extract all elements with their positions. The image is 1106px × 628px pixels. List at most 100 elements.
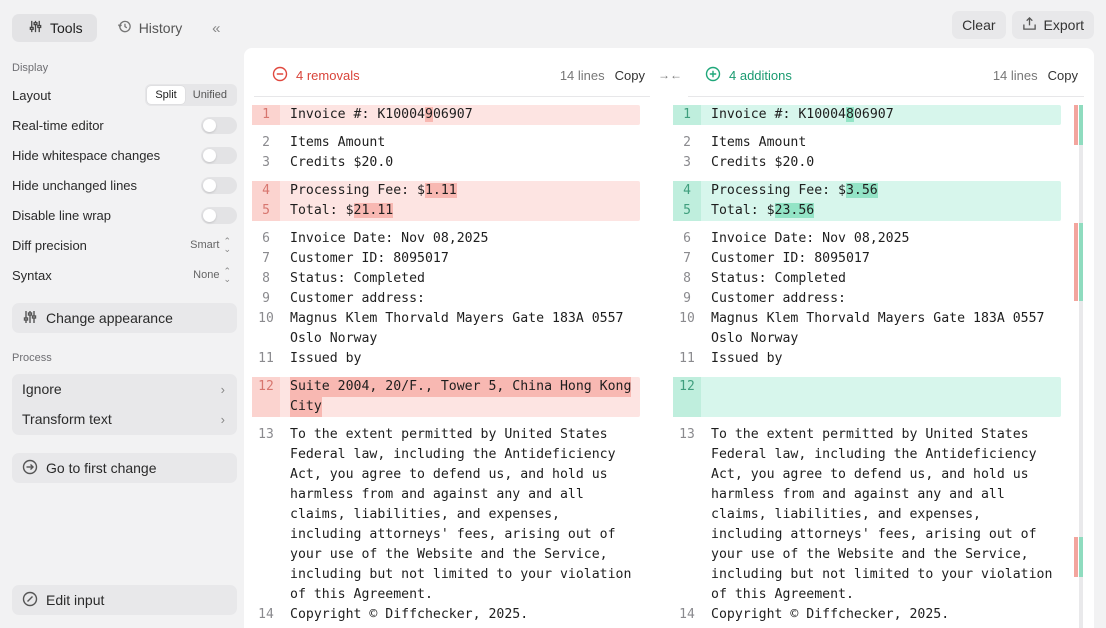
diff-card: 4 removals 14 lines Copy →← 4 additions …: [244, 48, 1094, 628]
realtime-editor-row: Real-time editor: [12, 115, 237, 135]
minimap-addition-marker: [1079, 537, 1083, 577]
export-button[interactable]: Export: [1011, 11, 1094, 39]
line-text: Copyright © Diffchecker, 2025.: [711, 607, 950, 622]
updown-chevron-icon: ⌃ ⌄: [223, 266, 231, 284]
line-text: To the extent permitted by United States: [290, 427, 608, 442]
change-appearance-label: Change appearance: [46, 310, 173, 326]
hide-unchanged-toggle[interactable]: [201, 176, 237, 194]
line-number: 1: [683, 107, 691, 122]
line-number: 8: [262, 271, 270, 286]
disable-wrap-label: Disable line wrap: [12, 207, 111, 223]
transform-text-item[interactable]: Transform text ›: [12, 404, 237, 434]
line-number: 9: [683, 291, 691, 306]
diff-precision-row: Diff precision Smart ⌃ ⌄: [12, 235, 237, 255]
syntax-label: Syntax: [12, 267, 52, 283]
chevron-right-icon: ›: [220, 411, 225, 427]
clear-button[interactable]: Clear: [952, 11, 1006, 39]
line-number: 12: [258, 379, 274, 394]
line-text: your use of the Website and the Service,: [290, 547, 608, 562]
line-text: Federal law, including the Antideficienc…: [711, 447, 1037, 462]
line-text: harmless from and against any and all: [711, 487, 1005, 502]
left-line-count: 14 lines: [559, 67, 605, 83]
syntax-select[interactable]: None ⌃ ⌄: [193, 266, 237, 284]
tab-history[interactable]: History: [101, 14, 197, 42]
line-number: 5: [683, 203, 691, 218]
layout-unified-option[interactable]: Unified: [185, 86, 235, 104]
line-text: Total: $: [290, 203, 354, 218]
line-number: 3: [262, 155, 270, 170]
line-text: Issued by: [290, 351, 362, 366]
line-number: 2: [262, 135, 270, 150]
updown-chevron-icon: ⌃ ⌄: [223, 236, 231, 254]
transform-text-label: Transform text: [22, 411, 112, 427]
layout-split-option[interactable]: Split: [147, 86, 185, 104]
diff-precision-select[interactable]: Smart ⌃ ⌄: [190, 236, 237, 254]
minimap-addition-marker: [1079, 105, 1083, 145]
line-text: Customer address:: [290, 291, 425, 306]
top-actions: Clear Export: [952, 11, 1094, 39]
export-label: Export: [1043, 17, 1084, 33]
line-text: claims, liabilities, and expenses,: [711, 507, 981, 522]
edit-input-button[interactable]: Edit input: [12, 585, 237, 615]
line-text: Magnus Klem Thorvald Mayers Gate 183A 05…: [290, 311, 624, 326]
line-text: Status: Completed: [290, 271, 425, 286]
line-text: Oslo Norway: [711, 331, 799, 346]
left-diff-pane[interactable]: 1 Invoice #: K10004906907 2 Items Amount…: [252, 105, 642, 628]
edit-pencil-icon: [22, 591, 38, 610]
line-text: To the extent permitted by United States: [711, 427, 1029, 442]
hide-whitespace-toggle[interactable]: [201, 146, 237, 164]
line-text: 06907: [432, 107, 473, 122]
go-first-change-label: Go to first change: [46, 460, 157, 476]
chevron-right-icon: ›: [220, 381, 225, 397]
removed-chars: 21.11: [353, 203, 394, 218]
left-header-divider: [254, 96, 650, 97]
minimap-removal-marker: [1074, 537, 1078, 577]
right-diff-pane[interactable]: 1 Invoice #: K10004806907 2 Items Amount…: [673, 105, 1063, 628]
sidebar: Display Layout Split Unified Real-time e…: [12, 48, 237, 620]
line-text: including but not limited to your violat…: [711, 567, 1053, 582]
removed-chars: 9: [424, 107, 433, 122]
line-number: 12: [679, 379, 695, 394]
disable-wrap-toggle[interactable]: [201, 206, 237, 224]
line-text: of this Agreement.: [290, 587, 433, 602]
go-first-change-button[interactable]: Go to first change: [12, 453, 237, 483]
edit-input-label: Edit input: [46, 592, 105, 608]
sliders-icon: [28, 19, 43, 37]
right-header-divider: [688, 96, 1084, 97]
collapse-sidebar-icon[interactable]: «: [206, 14, 226, 42]
line-text: Act, you agree to defend us, and hold us: [711, 467, 1029, 482]
line-text: Customer address:: [711, 291, 846, 306]
line-text: Items Amount: [711, 135, 807, 150]
added-chars: 3.56: [845, 183, 878, 198]
line-text: Invoice #: K10004: [290, 107, 425, 122]
line-number: 10: [679, 311, 695, 326]
line-number: 11: [258, 351, 274, 366]
ignore-item[interactable]: Ignore ›: [12, 374, 237, 404]
removals-count: 4 removals: [296, 67, 360, 83]
swap-panes-icon[interactable]: →←: [658, 68, 682, 82]
line-text: Federal law, including the Antideficienc…: [290, 447, 616, 462]
minus-circle-icon: [272, 66, 288, 85]
line-number: 8: [683, 271, 691, 286]
change-appearance-button[interactable]: Change appearance: [12, 303, 237, 333]
line-text: claims, liabilities, and expenses,: [290, 507, 560, 522]
change-minimap[interactable]: [1073, 105, 1085, 628]
line-text: Status: Completed: [711, 271, 846, 286]
right-pane-header: 4 additions 14 lines Copy: [705, 65, 1078, 85]
line-text: Invoice Date: Nov 08,2025: [290, 231, 489, 246]
removed-chars: 1.11: [424, 183, 457, 198]
right-copy-button[interactable]: Copy: [1048, 68, 1078, 83]
realtime-editor-toggle[interactable]: [201, 116, 237, 134]
line-text: 06907: [853, 107, 894, 122]
plus-circle-icon: [705, 66, 721, 85]
line-number: 4: [262, 183, 270, 198]
left-copy-button[interactable]: Copy: [615, 68, 645, 83]
line-text: Copyright © Diffchecker, 2025.: [290, 607, 529, 622]
line-text: including attorneys' fees, arising out o…: [290, 527, 616, 542]
process-group: Ignore › Transform text ›: [12, 374, 237, 435]
removed-chars: Suite 2004, 20/F., Tower 5, China Hong K…: [290, 377, 632, 397]
line-number: 4: [683, 183, 691, 198]
right-line-count: 14 lines: [992, 67, 1038, 83]
tab-tools[interactable]: Tools: [12, 14, 97, 42]
sliders-icon: [22, 309, 38, 328]
